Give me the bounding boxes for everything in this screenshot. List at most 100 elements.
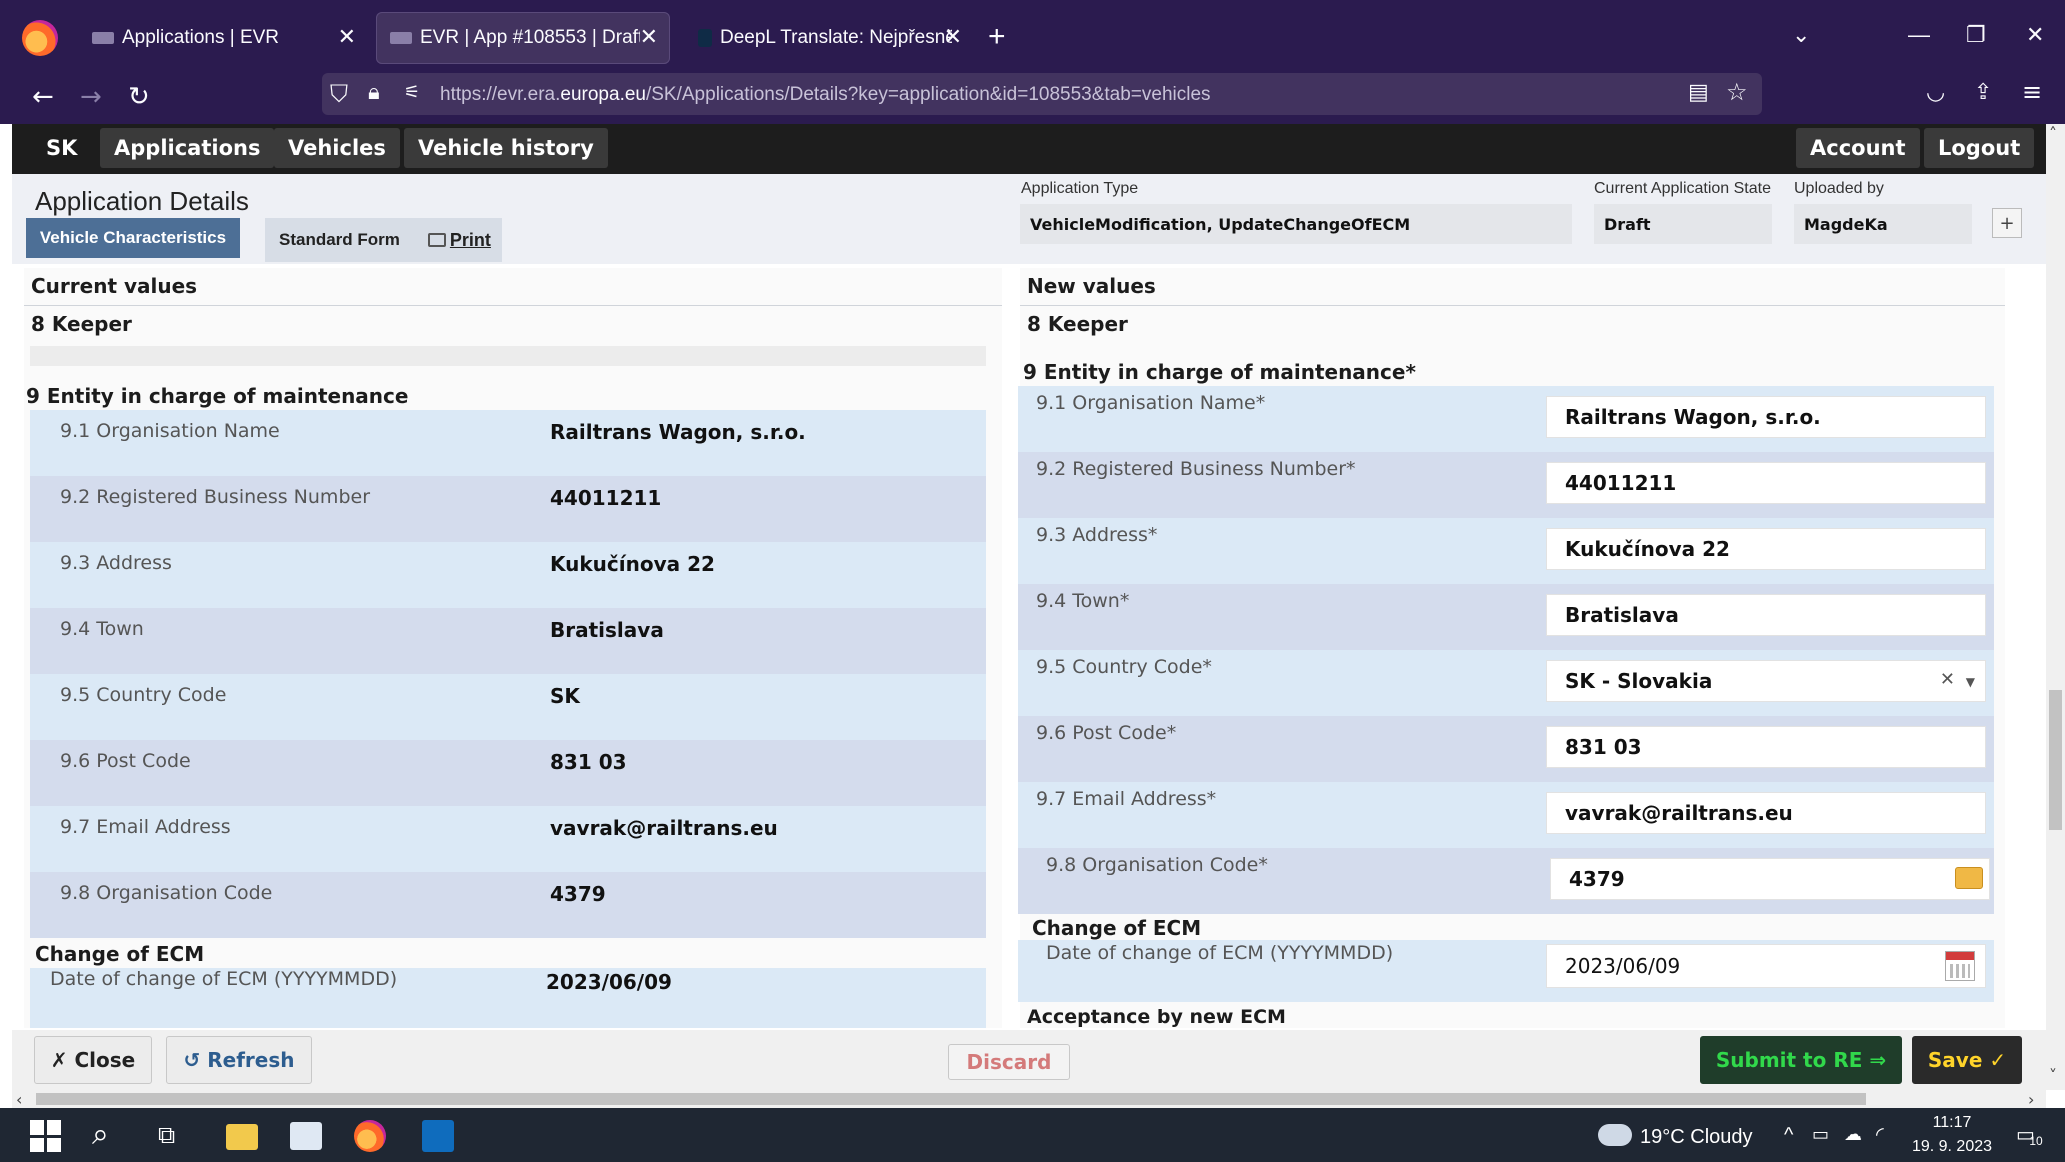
search-icon[interactable]: ⌕ <box>92 1118 109 1152</box>
current-row-country-code: 9.5 Country Code SK <box>30 674 986 740</box>
window-close-icon[interactable]: ✕ <box>2026 22 2044 48</box>
logout-button[interactable]: Logout <box>1924 128 2035 168</box>
nav-country-sk[interactable]: SK <box>32 128 91 168</box>
dropdown-caret-icon[interactable]: ▼ <box>1966 675 1975 689</box>
bookmark-star-icon[interactable]: ☆ <box>1726 78 1748 106</box>
tray-chevron-icon[interactable]: ^ <box>1784 1124 1793 1147</box>
row-label: 9.4 Town* <box>1036 590 1130 612</box>
new-row-address: 9.3 Address* Kukučínova 22 <box>1018 518 1994 584</box>
permissions-icon[interactable]: ⚟ <box>404 82 420 103</box>
tab-close-icon[interactable]: ✕ <box>640 24 658 50</box>
new-row-org-code: 9.8 Organisation Code* 4379 <box>1018 848 1994 914</box>
restore-icon[interactable]: ❐ <box>1966 22 1986 48</box>
save-button[interactable]: Save ✓ <box>1912 1036 2022 1084</box>
close-button[interactable]: ✗ Close <box>34 1036 152 1084</box>
address-input[interactable]: Kukučínova 22 <box>1546 528 1986 570</box>
tab-vehicle-characteristics[interactable]: Vehicle Characteristics <box>26 218 240 258</box>
org-code-field[interactable]: 4379 <box>1550 858 1990 900</box>
tab-title: EVR | App #108553 | Draft | Vel <box>420 27 640 48</box>
nav-vehicle-history[interactable]: Vehicle history <box>404 128 608 168</box>
scroll-left-icon[interactable]: ‹ <box>16 1090 22 1109</box>
vertical-scrollbar[interactable] <box>2046 124 2065 1090</box>
submit-to-re-button[interactable]: Submit to RE ⇒ <box>1700 1036 1902 1084</box>
horizontal-scroll-thumb[interactable] <box>36 1093 1866 1105</box>
change-date-input[interactable]: 2023/06/09 <box>1546 944 1986 988</box>
minimize-icon[interactable]: — <box>1908 22 1930 48</box>
clock-date[interactable]: 19. 9. 2023 <box>1906 1138 1998 1156</box>
clear-selection-icon[interactable]: ✕ <box>1940 669 1955 690</box>
clock-time[interactable]: 11:17 <box>1912 1114 1992 1132</box>
url-text[interactable]: https://evr.era.europa.eu/SK/Application… <box>440 84 1211 106</box>
reader-view-icon[interactable]: ▤ <box>1688 80 1709 105</box>
page-title: Application Details <box>35 186 249 216</box>
country-code-select[interactable]: SK - Slovakia ✕ ▼ <box>1546 660 1986 702</box>
row-value: 2023/06/09 <box>546 970 672 994</box>
browser-tab-applications[interactable]: Applications | EVR ✕ <box>78 12 368 64</box>
tab-standard-form[interactable]: Standard Form Print <box>265 218 502 262</box>
reload-icon[interactable]: ↻ <box>128 82 150 112</box>
new-acceptance-heading: Acceptance by new ECM <box>1027 1006 1286 1028</box>
print-label: Print <box>449 229 491 250</box>
onedrive-icon[interactable]: ☁ <box>1844 1124 1862 1145</box>
file-explorer-icon[interactable] <box>226 1124 258 1150</box>
discard-button[interactable]: Discard <box>948 1044 1070 1080</box>
battery-icon[interactable]: ▭ <box>1812 1124 1829 1145</box>
browser-tab-evr-app[interactable]: EVR | App #108553 | Draft | Vel ✕ <box>376 12 670 64</box>
scroll-right-icon[interactable]: › <box>2028 1090 2034 1109</box>
browser-tab-deepl[interactable]: DeepL Translate: Nejpřesnější p ✕ <box>684 12 974 64</box>
uploaded-by-value: MagdeKa <box>1794 204 1972 244</box>
scroll-down-icon[interactable]: ˅ <box>2049 1066 2057 1085</box>
current-row-business-number: 9.2 Registered Business Number 44011211 <box>30 476 986 542</box>
pocket-icon[interactable]: ◡ <box>1926 80 1945 105</box>
refresh-button[interactable]: ↺ Refresh <box>166 1036 312 1084</box>
change-date-value: 2023/06/09 <box>1565 954 1681 978</box>
tab-list-chevron-icon[interactable]: ⌄ <box>1792 22 1810 48</box>
store-app-icon[interactable] <box>290 1122 322 1150</box>
forward-icon[interactable]: → <box>80 82 102 112</box>
shield-icon[interactable]: ⛉ <box>330 80 348 108</box>
country-code-selected: SK - Slovakia <box>1565 669 1713 693</box>
tab-close-icon[interactable]: ✕ <box>338 24 356 50</box>
nav-applications[interactable]: Applications <box>100 128 275 168</box>
org-name-input[interactable]: Railtrans Wagon, s.r.o. <box>1546 396 1986 438</box>
new-values-header-line <box>1020 270 2005 306</box>
business-number-input[interactable]: 44011211 <box>1546 462 1986 504</box>
post-code-input[interactable]: 831 03 <box>1546 726 1986 768</box>
folder-lookup-icon[interactable] <box>1955 867 1983 889</box>
current-row-email: 9.7 Email Address vavrak@railtrans.eu <box>30 806 986 872</box>
notifications-count: 10 <box>2029 1134 2043 1148</box>
row-label: 9.3 Address* <box>1036 524 1158 546</box>
cloud-weather-icon <box>1598 1124 1632 1146</box>
expand-plus-button[interactable]: + <box>1992 208 2022 238</box>
hamburger-menu-icon[interactable]: ≡ <box>2022 78 2042 106</box>
new-tab-icon[interactable]: + <box>988 20 1006 54</box>
print-link[interactable]: Print <box>427 229 491 251</box>
windows-start-icon[interactable] <box>30 1120 62 1152</box>
firefox-taskbar-icon[interactable] <box>354 1120 386 1152</box>
vertical-scroll-thumb[interactable] <box>2049 690 2062 830</box>
email-input[interactable]: vavrak@railtrans.eu <box>1546 792 1986 834</box>
town-input[interactable]: Bratislava <box>1546 594 1986 636</box>
extensions-icon[interactable]: ⇪ <box>1974 80 1992 105</box>
tab-close-icon[interactable]: ✕ <box>944 24 962 50</box>
application-state-label: Current Application State <box>1594 180 1771 197</box>
tab-title: DeepL Translate: Nejpřesnější p <box>720 27 952 48</box>
calendar-icon[interactable] <box>1945 951 1975 981</box>
task-view-icon[interactable]: ⧉ <box>158 1122 175 1150</box>
new-keeper-heading: 8 Keeper <box>1027 312 1128 336</box>
row-label: 9.7 Email Address <box>60 816 231 838</box>
back-icon[interactable]: ← <box>32 82 54 112</box>
url-prefix: https://evr.era. <box>440 84 561 105</box>
outlook-icon[interactable] <box>422 1120 454 1152</box>
wifi-icon[interactable]: ◜ <box>1876 1122 1884 1147</box>
firefox-menu-icon[interactable] <box>22 20 58 56</box>
nav-vehicles[interactable]: Vehicles <box>274 128 400 168</box>
lock-icon[interactable]: 🔒︎ <box>368 80 380 105</box>
url-domain: europa.eu <box>560 84 646 105</box>
new-row-business-number: 9.2 Registered Business Number* 44011211 <box>1018 452 1994 518</box>
account-button[interactable]: Account <box>1796 128 1920 168</box>
current-row-town: 9.4 Town Bratislava <box>30 608 986 674</box>
scroll-up-icon[interactable]: ˄ <box>2049 124 2057 143</box>
row-label: 9.5 Country Code <box>60 684 227 706</box>
weather-text[interactable]: 19°C Cloudy <box>1640 1126 1753 1149</box>
